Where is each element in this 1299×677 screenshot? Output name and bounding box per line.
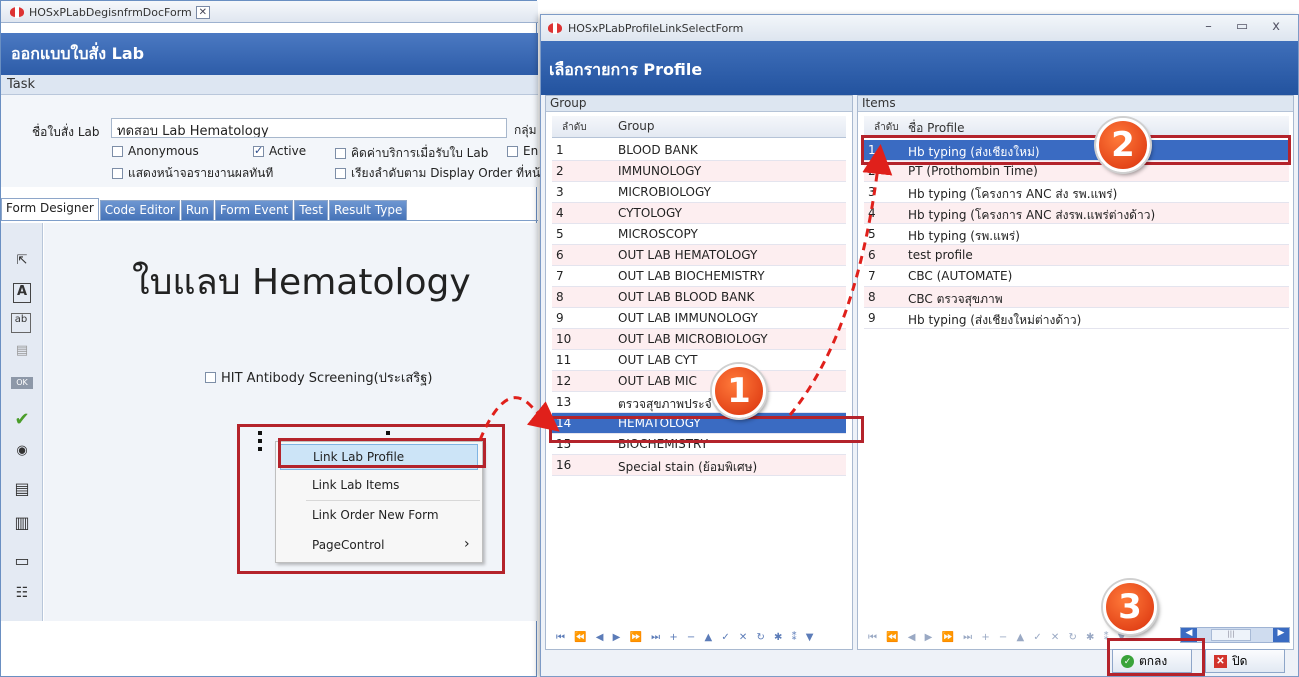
arrow-to-profile [788, 144, 893, 416]
annotation-arrows [478, 144, 893, 441]
arrow-to-group [478, 396, 560, 441]
callout-2: 2 [1096, 118, 1150, 172]
callout-3: 3 [1103, 580, 1157, 634]
callout-1: 1 [712, 364, 766, 418]
